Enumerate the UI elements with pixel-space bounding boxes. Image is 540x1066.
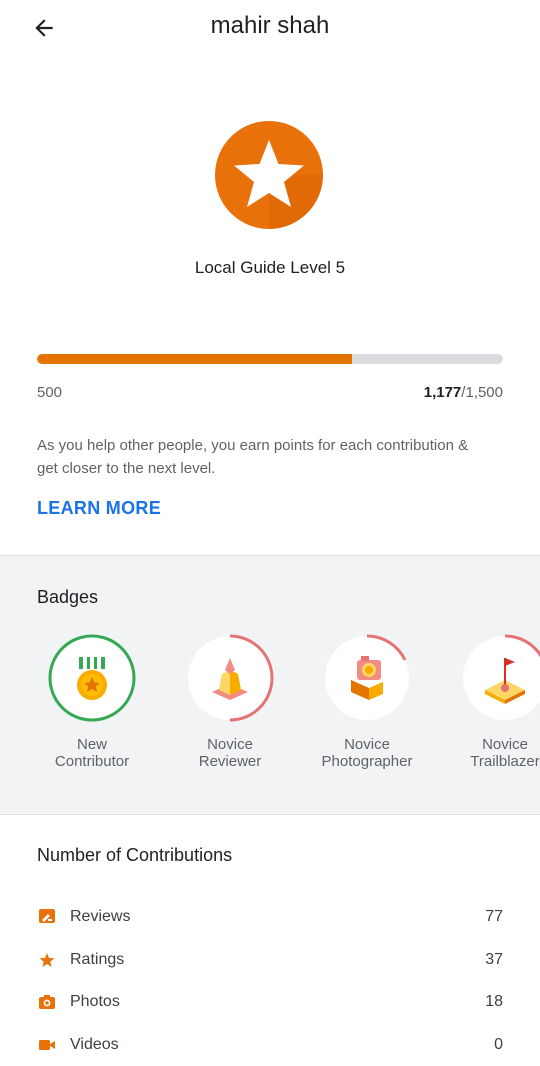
badge-label-line1: Novice — [482, 736, 528, 753]
reviewer-icon — [186, 634, 274, 722]
contribution-label: Ratings — [70, 951, 125, 968]
review-icon — [37, 907, 57, 927]
badge-new-contributor[interactable]: New Contributor — [27, 634, 157, 770]
badge-label-line1: New — [76, 736, 107, 753]
badge-novice-photographer[interactable]: Novice Photographer — [302, 634, 432, 770]
contribution-count: 0 — [494, 1036, 503, 1053]
current-points: 1,177 — [423, 384, 462, 401]
max-points: /1,500 — [461, 384, 503, 401]
app-bar: mahir shah — [0, 0, 540, 56]
contribution-row-videos[interactable]: Videos 0 — [37, 1030, 503, 1060]
badge-label-line2: Reviewer — [198, 753, 262, 770]
badges-title: Badges — [37, 587, 99, 607]
video-icon — [37, 1035, 57, 1055]
flag-icon — [461, 634, 540, 722]
contribution-count: 37 — [485, 951, 503, 968]
contribution-count: 18 — [485, 993, 503, 1010]
progress-points-label: 1,177/1,500 — [424, 384, 503, 401]
contribution-label: Reviews — [70, 908, 131, 925]
contribution-row-ratings[interactable]: Ratings 37 — [37, 945, 503, 975]
camera-icon — [323, 634, 411, 722]
contribution-row-reviews[interactable]: Reviews 77 — [37, 902, 503, 932]
contribution-count: 77 — [485, 908, 503, 925]
badge-label-line2: Trailblazer — [470, 753, 540, 770]
badge-novice-reviewer[interactable]: Novice Reviewer — [165, 634, 295, 770]
badge-label-line1: Novice — [207, 736, 253, 753]
badge-label-line2: Photographer — [321, 753, 413, 770]
level-label: Local Guide Level 5 — [194, 258, 346, 277]
contributions-title: Number of Contributions — [37, 845, 233, 865]
level-help-text: As you help other people, you earn point… — [37, 437, 469, 477]
contribution-label: Photos — [70, 993, 120, 1010]
contribution-label: Videos — [70, 1036, 119, 1053]
medal-icon — [48, 634, 136, 722]
level-progress-fill — [37, 354, 353, 364]
star-icon — [37, 950, 57, 970]
progress-min-label: 500 — [37, 384, 63, 401]
badge-label-line1: Novice — [344, 736, 390, 753]
learn-more-link[interactable]: LEARN MORE — [37, 498, 161, 519]
badge-label-line2: Contributor — [54, 753, 130, 770]
contribution-row-photos[interactable]: Photos 18 — [37, 987, 503, 1017]
profile-name-title: mahir shah — [210, 12, 330, 39]
badge-novice-trailblazer[interactable]: Novice Trailblazer — [440, 634, 540, 770]
badges-section: Badges New Contributor Novice Reviewer N… — [0, 555, 540, 815]
level-star-icon — [215, 121, 323, 229]
level-progress-bar — [37, 354, 503, 364]
camera-icon — [37, 992, 57, 1012]
